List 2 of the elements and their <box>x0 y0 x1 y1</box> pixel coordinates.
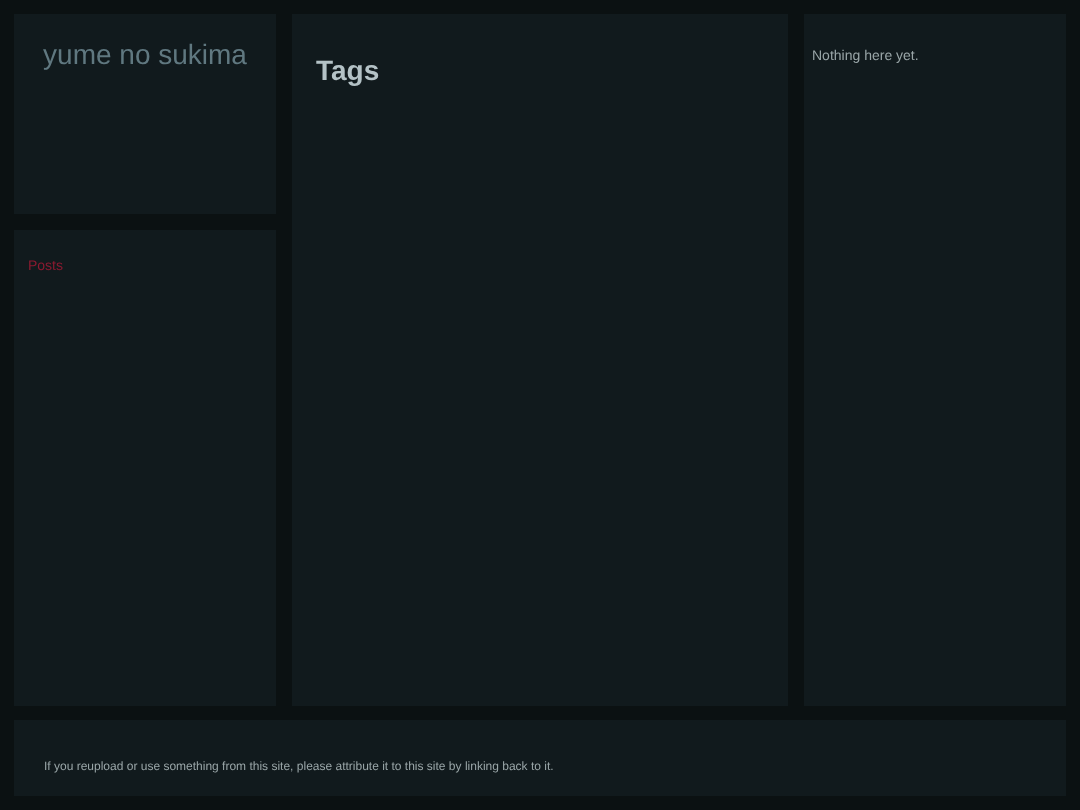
page-heading: Tags <box>316 54 380 86</box>
site-title: yume no sukima <box>41 38 249 70</box>
